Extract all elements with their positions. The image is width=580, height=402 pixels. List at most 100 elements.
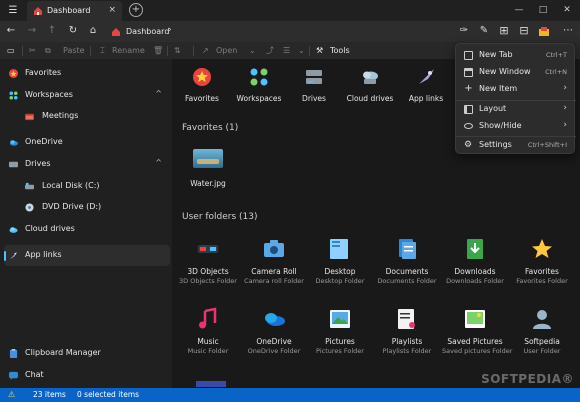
more-options-menu: New Tab Ctrl+T New Window Ctrl+N + New I… bbox=[455, 43, 576, 154]
menu-item-new-window[interactable]: New Window Ctrl+N bbox=[459, 63, 571, 81]
pictures-icon bbox=[330, 310, 350, 328]
tools-button[interactable]: Tools bbox=[330, 45, 350, 57]
share-icon[interactable]: ⤴ bbox=[266, 45, 274, 57]
menu-item-show-hide[interactable]: Show/Hide › bbox=[459, 117, 571, 135]
cloud-drives-widget-icon bbox=[363, 71, 378, 84]
3d-objects-icon bbox=[198, 245, 218, 253]
menu-item-layout[interactable]: Layout › bbox=[459, 100, 571, 118]
folder-name: Camera Roll bbox=[251, 267, 297, 276]
folder-pictures[interactable]: Pictures Pictures Folder bbox=[307, 307, 373, 355]
open-dropdown-icon[interactable]: ⌄ bbox=[249, 45, 256, 57]
back-icon[interactable]: ← bbox=[4, 24, 18, 38]
home-nav-icon[interactable]: ⌂ bbox=[86, 24, 100, 38]
documents-icon bbox=[399, 239, 416, 259]
sidebar-item-chat[interactable]: Chat bbox=[4, 365, 170, 386]
folder-saved-pictures[interactable]: Saved Pictures Saved pictures Folder bbox=[442, 307, 513, 355]
widget-drives[interactable]: Drives bbox=[284, 67, 344, 103]
delete-icon[interactable]: 🗑 bbox=[153, 45, 163, 57]
menu-item-new-tab[interactable]: New Tab Ctrl+T bbox=[459, 46, 571, 64]
folder-3d-objects[interactable]: 3D Objects 3D Objects Folder bbox=[175, 237, 241, 285]
breadcrumb-chevron-icon[interactable]: › bbox=[168, 25, 172, 35]
up-icon[interactable]: ↑ bbox=[45, 24, 59, 38]
folder-softpedia[interactable]: Softpedia User Folder bbox=[509, 307, 575, 355]
rename-icon[interactable]: ⌶ bbox=[100, 45, 105, 57]
folder-desktop[interactable]: Desktop Desktop Folder bbox=[307, 237, 373, 285]
edit-path-icon[interactable]: ✎ bbox=[477, 24, 491, 38]
sidebar-item-favorites[interactable]: Favorites bbox=[4, 63, 170, 84]
widget-cloud-drives[interactable]: Cloud drives bbox=[340, 67, 400, 103]
cut-icon[interactable]: ✂ bbox=[29, 45, 36, 57]
folder-name: Downloads bbox=[454, 267, 496, 276]
drives-icon bbox=[9, 161, 18, 168]
collapse-icon[interactable]: ^ bbox=[155, 89, 162, 98]
properties-icon[interactable]: ☰ bbox=[283, 45, 290, 57]
dashboard-crumb-icon bbox=[112, 28, 120, 36]
widget-app-links[interactable]: App links bbox=[396, 67, 456, 103]
sidebar-item-label: Clipboard Manager bbox=[25, 348, 101, 357]
sidebar-item-dvd-drive[interactable]: DVD Drive (D:) bbox=[4, 197, 170, 218]
refresh-icon[interactable]: ↻ bbox=[66, 24, 80, 38]
sidebar-item-onedrive[interactable]: OneDrive bbox=[4, 132, 170, 153]
tab-close-icon[interactable]: × bbox=[108, 5, 116, 15]
new-item-icon[interactable]: ▭ bbox=[7, 45, 15, 57]
warning-icon[interactable]: ⚠ bbox=[8, 390, 15, 399]
sidebar-item-app-links[interactable]: App links bbox=[4, 245, 170, 266]
menu-item-label: New Tab bbox=[479, 50, 513, 59]
folder-music[interactable]: Music Music Folder bbox=[175, 307, 241, 355]
folder-app-icon[interactable] bbox=[539, 27, 549, 37]
folder-documents[interactable]: Documents Documents Folder bbox=[374, 237, 440, 285]
panes-icon[interactable]: ⊟ bbox=[517, 24, 531, 38]
close-window-button[interactable]: ✕ bbox=[560, 3, 574, 17]
folder-downloads[interactable]: Downloads Downloads Folder bbox=[442, 237, 508, 285]
widget-label: Cloud drives bbox=[346, 94, 394, 103]
sidebar-item-drives[interactable]: Drives ^ bbox=[4, 154, 170, 175]
collapse-icon[interactable]: ^ bbox=[155, 158, 162, 167]
paste-button[interactable]: Paste bbox=[63, 45, 85, 57]
folder-name: Softpedia bbox=[524, 337, 560, 346]
new-tab-button[interactable]: + bbox=[129, 3, 143, 17]
view-dropdown-icon[interactable]: ⌄ bbox=[298, 45, 305, 57]
folder-onedrive[interactable]: OneDrive OneDrive Folder bbox=[241, 307, 307, 355]
open-icon[interactable]: ↗ bbox=[202, 45, 209, 57]
toolbar-divider bbox=[193, 46, 194, 56]
sort-icon[interactable]: ⇅ bbox=[174, 45, 181, 57]
menu-item-settings[interactable]: ⚙ Settings Ctrl+Shift+I bbox=[459, 136, 571, 154]
forward-icon[interactable]: → bbox=[25, 24, 39, 38]
image-thumbnail bbox=[193, 149, 223, 168]
pin-icon[interactable]: ✑ bbox=[457, 24, 471, 38]
open-button[interactable]: Open bbox=[216, 45, 237, 57]
menu-item-new-item[interactable]: + New Item › bbox=[459, 80, 571, 98]
favorites-widget-icon bbox=[193, 68, 211, 86]
tools-icon[interactable]: ⚒ bbox=[316, 45, 323, 57]
folder-type: Saved pictures Folder bbox=[442, 347, 513, 355]
sidebar-item-workspaces[interactable]: Workspaces ^ bbox=[4, 85, 170, 106]
widget-workspaces[interactable]: Workspaces bbox=[229, 67, 289, 103]
minimize-button[interactable]: — bbox=[512, 3, 526, 17]
folder-favorites[interactable]: Favorites Favorites Folder bbox=[509, 237, 575, 285]
more-options-icon[interactable]: ⋯ bbox=[561, 24, 575, 38]
folder-camera-roll[interactable]: Camera Roll Camera roll Folder bbox=[241, 237, 307, 285]
app-links-widget-icon bbox=[419, 69, 434, 84]
breadcrumb[interactable]: Dashboard bbox=[126, 27, 169, 36]
folder-type: Camera roll Folder bbox=[244, 277, 304, 285]
sidebar-item-clipboard-manager[interactable]: Clipboard Manager bbox=[4, 343, 170, 364]
tab-actions-icon[interactable]: ⊞ bbox=[497, 24, 511, 38]
folder-name: Saved Pictures bbox=[447, 337, 503, 346]
sidebar-item-meetings[interactable]: Meetings bbox=[4, 106, 170, 127]
folder-playlists[interactable]: Playlists Playlists Folder bbox=[374, 307, 440, 355]
rename-button[interactable]: Rename bbox=[112, 45, 145, 57]
sidebar-item-label: Drives bbox=[25, 159, 51, 168]
sidebar-item-local-disk[interactable]: Local Disk (C:) bbox=[4, 176, 170, 197]
sidebar-item-label: Workspaces bbox=[25, 90, 73, 99]
maximize-button[interactable]: □ bbox=[536, 3, 550, 17]
file-water-jpg[interactable]: Water.jpg bbox=[188, 149, 228, 188]
widget-favorites[interactable]: Favorites bbox=[172, 67, 232, 103]
title-bar: ☰ Dashboard × + — □ ✕ bbox=[0, 0, 580, 21]
menu-item-label: New Item bbox=[479, 84, 518, 93]
sidebar-item-cloud-drives[interactable]: Cloud drives bbox=[4, 219, 170, 240]
copy-icon[interactable]: ⧉ bbox=[45, 45, 51, 57]
folder-name: Documents bbox=[385, 267, 429, 276]
toolbar-divider bbox=[309, 46, 310, 56]
tab-dashboard[interactable]: Dashboard × bbox=[27, 1, 122, 21]
hamburger-menu-icon[interactable]: ☰ bbox=[5, 3, 21, 18]
